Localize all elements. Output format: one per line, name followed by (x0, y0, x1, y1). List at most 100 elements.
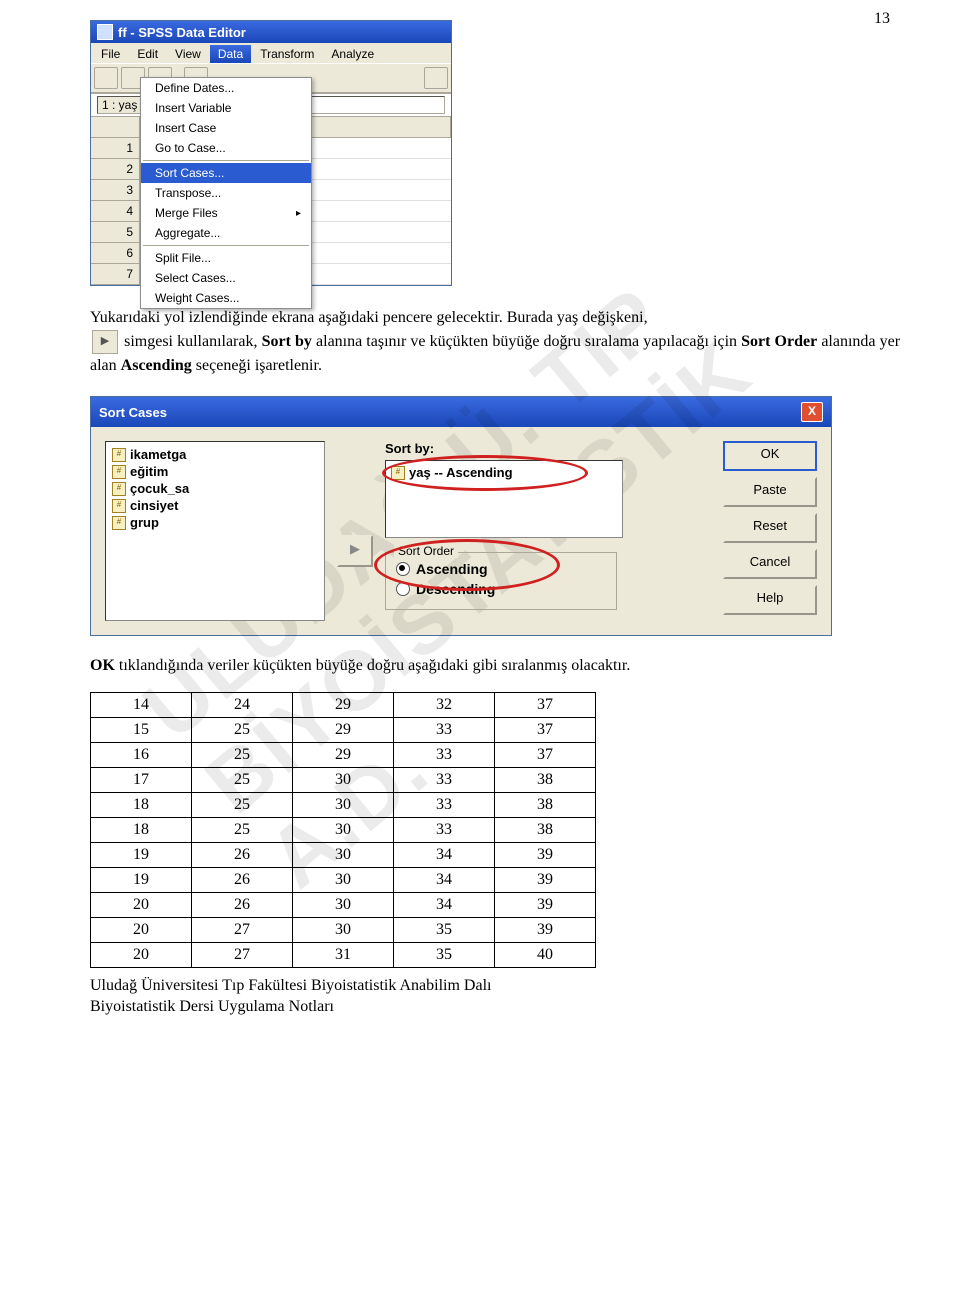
variable-item: #çocuk_sa (110, 480, 320, 497)
table-row: 2027313540 (91, 943, 596, 968)
table-cell: 29 (293, 693, 394, 718)
paragraph-2: OK tıklandığında veriler küçükten büyüğe… (90, 654, 900, 678)
table-cell: 29 (293, 743, 394, 768)
row-header[interactable]: 5 (91, 222, 139, 243)
table-row: 1525293337 (91, 718, 596, 743)
table-row: 1424293237 (91, 693, 596, 718)
spss-titlebar: ff - SPSS Data Editor (91, 21, 451, 43)
menu-item-transpose[interactable]: Transpose... (141, 183, 311, 203)
paragraph-1: Yukarıdaki yol izlendiğinde ekrana aşağı… (90, 306, 900, 378)
close-button[interactable]: X (801, 402, 823, 422)
row-header[interactable]: 6 (91, 243, 139, 264)
table-cell: 30 (293, 893, 394, 918)
groupbox-legend: Sort Order (394, 544, 458, 558)
para1-bold1: Sort by (262, 333, 312, 350)
menu-item-insert-variable[interactable]: Insert Variable (141, 98, 311, 118)
menu-view[interactable]: View (167, 45, 209, 63)
cancel-button[interactable]: Cancel (723, 549, 817, 579)
sorted-data-table: 1424293237152529333716252933371725303338… (90, 692, 596, 968)
table-cell: 20 (91, 918, 192, 943)
editor-grid: 1 2 3 4 5 6 7 ya eğit Define Dates... In… (91, 117, 451, 285)
help-button[interactable]: Help (723, 585, 817, 615)
table-row: 2026303439 (91, 893, 596, 918)
table-cell: 39 (495, 918, 596, 943)
table-cell: 30 (293, 868, 394, 893)
menu-item-weight-cases[interactable]: Weight Cases... (141, 288, 311, 308)
para1-b-pre: simgesi kullanılarak, (124, 333, 262, 350)
menu-item-aggregate[interactable]: Aggregate... (141, 223, 311, 243)
table-cell: 40 (495, 943, 596, 968)
menu-item-merge-files[interactable]: Merge Files (141, 203, 311, 223)
table-cell: 25 (192, 768, 293, 793)
ok-button[interactable]: OK (723, 441, 817, 471)
sort-order-groupbox: Sort Order Ascending Descending (385, 552, 617, 610)
row-header[interactable]: 2 (91, 159, 139, 180)
menu-edit[interactable]: Edit (129, 45, 166, 63)
toolbar-open-icon[interactable] (94, 67, 118, 89)
footer-line-2: Biyoistatistik Dersi Uygulama Notları (90, 997, 900, 1018)
radio-ascending[interactable]: Ascending (396, 559, 606, 579)
table-cell: 25 (192, 818, 293, 843)
sort-cases-dialog: Sort Cases X #ikametga #eğitim #çocuk_sa… (90, 396, 832, 636)
reset-button[interactable]: Reset (723, 513, 817, 543)
table-cell: 35 (394, 943, 495, 968)
menu-separator (143, 245, 309, 246)
table-row: 1926303439 (91, 868, 596, 893)
table-cell: 20 (91, 893, 192, 918)
table-cell: 34 (394, 868, 495, 893)
menu-item-select-cases[interactable]: Select Cases... (141, 268, 311, 288)
row-header[interactable]: 1 (91, 138, 139, 159)
radio-icon (396, 582, 410, 596)
page: 13 ULUDAĞ Ü. TIP BİYOİSTATİSTİK A.D. ff … (0, 0, 960, 1038)
variables-listbox[interactable]: #ikametga #eğitim #çocuk_sa #cinsiyet #g… (105, 441, 325, 621)
para1-end: seçeneği işaretlenir. (196, 357, 322, 374)
table-cell: 27 (192, 943, 293, 968)
sortby-item[interactable]: # yaş -- Ascending (389, 464, 619, 481)
dialog-body: #ikametga #eğitim #çocuk_sa #cinsiyet #g… (91, 427, 831, 635)
grid-columns: ya eğit Define Dates... Insert Variable … (140, 117, 451, 285)
row-header[interactable]: 4 (91, 201, 139, 222)
menu-transform[interactable]: Transform (252, 45, 322, 63)
menu-item-sort-cases[interactable]: Sort Cases... (141, 163, 311, 183)
table-cell: 25 (192, 718, 293, 743)
radio-icon (396, 562, 410, 576)
menu-item-insert-case[interactable]: Insert Case (141, 118, 311, 138)
table-cell: 15 (91, 718, 192, 743)
table-row: 1825303338 (91, 793, 596, 818)
menu-item-split-file[interactable]: Split File... (141, 248, 311, 268)
table-cell: 30 (293, 918, 394, 943)
para1-line1: Yukarıdaki yol izlendiğinde ekrana aşağı… (90, 309, 648, 326)
table-cell: 30 (293, 818, 394, 843)
dialog-button-column: OK Paste Reset Cancel Help (723, 441, 817, 615)
menu-data[interactable]: Data (210, 45, 251, 63)
table-cell: 38 (495, 818, 596, 843)
table-cell: 38 (495, 768, 596, 793)
spss-editor-window: ff - SPSS Data Editor File Edit View Dat… (90, 20, 452, 286)
table-cell: 14 (91, 693, 192, 718)
radio-descending[interactable]: Descending (396, 579, 606, 599)
row-header[interactable]: 3 (91, 180, 139, 201)
toolbar-help-icon[interactable] (424, 67, 448, 89)
table-cell: 37 (495, 743, 596, 768)
menu-analyze[interactable]: Analyze (323, 45, 382, 63)
table-cell: 16 (91, 743, 192, 768)
table-row: 2027303539 (91, 918, 596, 943)
table-cell: 35 (394, 918, 495, 943)
menu-file[interactable]: File (93, 45, 128, 63)
dialog-title: Sort Cases (99, 405, 167, 420)
menu-item-define-dates[interactable]: Define Dates... (141, 78, 311, 98)
table-cell: 18 (91, 818, 192, 843)
table-cell: 38 (495, 793, 596, 818)
sortby-listbox[interactable]: # yaş -- Ascending (385, 460, 623, 538)
menu-item-goto-case[interactable]: Go to Case... (141, 138, 311, 158)
paste-button[interactable]: Paste (723, 477, 817, 507)
variable-item: #cinsiyet (110, 497, 320, 514)
table-cell: 24 (192, 693, 293, 718)
page-number: 13 (874, 10, 890, 28)
para2-rest: tıklandığında veriler küçükten büyüğe do… (115, 657, 630, 674)
table-cell: 26 (192, 893, 293, 918)
data-menu-dropdown: Define Dates... Insert Variable Insert C… (140, 77, 312, 309)
move-variable-button[interactable]: ▶ (337, 535, 373, 567)
row-header[interactable]: 7 (91, 264, 139, 285)
table-cell: 27 (192, 918, 293, 943)
